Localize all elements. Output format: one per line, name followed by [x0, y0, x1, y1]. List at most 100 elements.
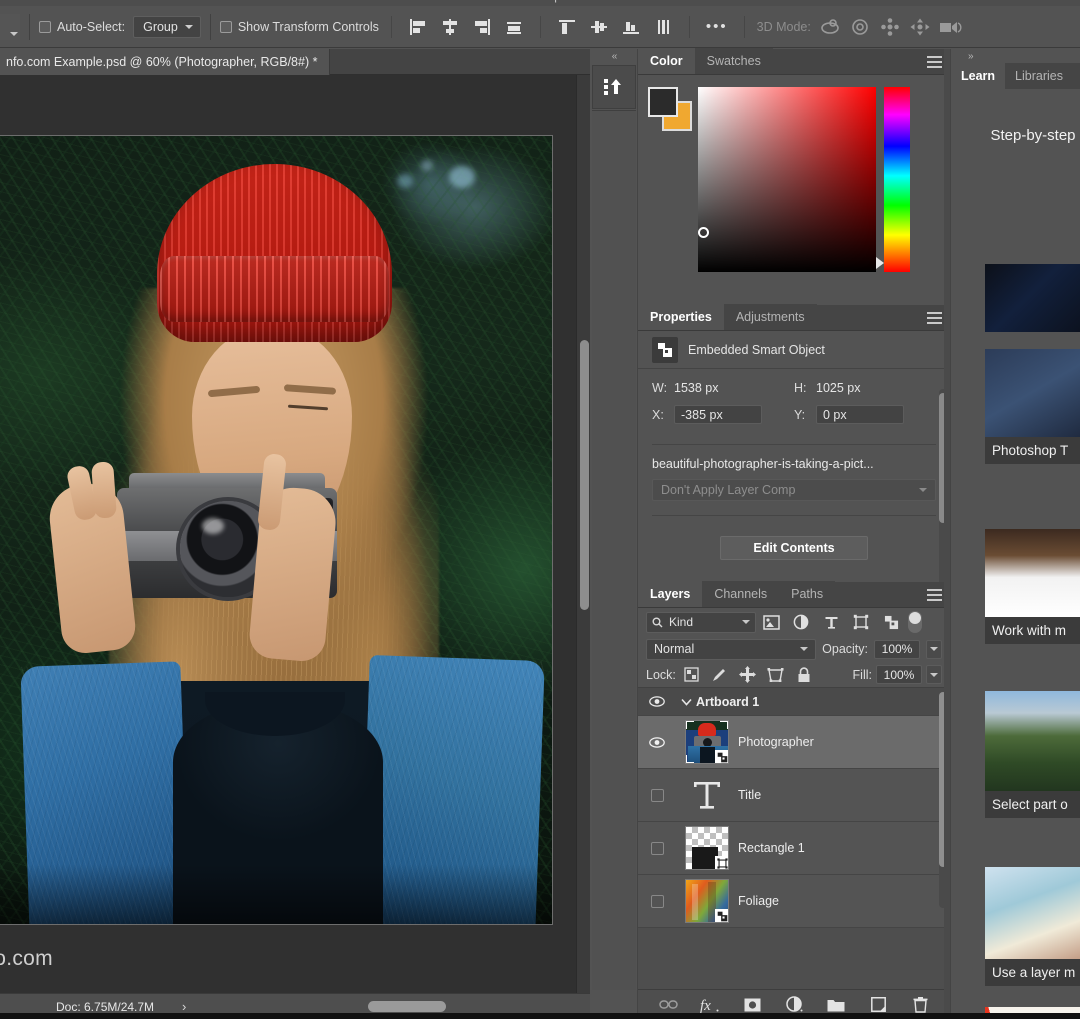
layer-effects-fx-icon[interactable]: fx	[700, 995, 720, 1015]
smart-object-header-row: Embedded Smart Object	[638, 331, 950, 369]
table-row[interactable]: Rectangle 1	[638, 822, 950, 875]
new-layer-icon[interactable]	[868, 995, 888, 1015]
tutorial-thumbnail	[985, 529, 1080, 617]
eye-icon	[649, 736, 665, 748]
tab-channels[interactable]: Channels	[702, 581, 780, 607]
fill-input[interactable]: 100%	[876, 665, 922, 684]
blend-mode-dropdown[interactable]: Normal	[646, 638, 817, 660]
opacity-stepper[interactable]	[926, 639, 942, 659]
distribute-vertical-centers-icon[interactable]	[585, 14, 613, 40]
layer-mask-icon[interactable]	[742, 995, 762, 1015]
lock-all-icon[interactable]	[792, 664, 816, 686]
rail-collapse-button[interactable]: «	[590, 49, 638, 63]
canvas-horizontal-scroll-thumb[interactable]	[368, 1001, 446, 1012]
learn-collapse-button[interactable]: »	[950, 49, 1080, 63]
canvas-vertical-scrollbar[interactable]	[576, 75, 590, 993]
artboard-canvas[interactable]	[0, 135, 553, 925]
layer-visibility-toggle[interactable]	[638, 894, 676, 908]
more-options-button[interactable]: •••	[702, 19, 732, 34]
orbit-3d-icon[interactable]	[815, 14, 845, 40]
smart-object-filter-icon[interactable]	[876, 610, 906, 634]
shape-layer-filter-icon[interactable]	[846, 610, 876, 634]
y-input[interactable]: 0 px	[816, 405, 904, 424]
lock-transparent-pixels-icon[interactable]	[680, 664, 704, 686]
layer-comp-dropdown[interactable]: Don't Apply Layer Comp	[652, 479, 936, 501]
layer-visibility-toggle[interactable]	[638, 696, 676, 707]
document-tab[interactable]: nfo.com Example.psd @ 60% (Photographer,…	[0, 49, 331, 75]
eye-icon	[649, 696, 665, 707]
table-row[interactable]: Photographer	[638, 716, 950, 769]
history-actions-icon[interactable]	[592, 65, 636, 109]
list-item[interactable]: Select part o	[985, 691, 1080, 818]
layer-visibility-toggle[interactable]	[638, 788, 676, 802]
edit-contents-button[interactable]: Edit Contents	[720, 536, 868, 560]
adjustment-layer-filter-icon[interactable]	[786, 610, 816, 634]
show-transform-controls-group[interactable]: Show Transform Controls	[219, 20, 379, 34]
height-cell: H: 1025 px	[794, 381, 936, 395]
tab-paths[interactable]: Paths	[779, 581, 836, 607]
link-layers-icon[interactable]	[658, 995, 678, 1015]
align-right-edges-icon[interactable]	[468, 14, 496, 40]
table-row[interactable]: Title	[638, 769, 950, 822]
hue-slider-handle[interactable]	[876, 257, 884, 269]
foreground-color-swatch[interactable]	[648, 87, 678, 117]
foreground-background-swatches[interactable]	[648, 87, 694, 133]
list-item[interactable]: Work with m	[985, 529, 1080, 644]
list-item[interactable]: Use a layer m	[985, 867, 1080, 986]
tab-color[interactable]: Color	[638, 48, 695, 74]
auto-select-group[interactable]: Auto-Select:	[39, 20, 125, 34]
lock-image-pixels-icon[interactable]	[708, 664, 732, 686]
status-expand-arrow[interactable]: ›	[182, 999, 186, 1014]
fill-stepper[interactable]	[926, 665, 942, 684]
tab-swatches[interactable]: Swatches	[694, 48, 773, 74]
align-left-edges-icon[interactable]	[404, 14, 432, 40]
color-field-picker[interactable]	[698, 227, 709, 238]
tutorial-caption: Select part o	[985, 791, 1080, 818]
distribute-horizontal-icon[interactable]	[649, 14, 677, 40]
panel-menu-icon[interactable]	[927, 589, 942, 601]
tab-libraries[interactable]: Libraries	[1005, 63, 1073, 89]
tab-adjustments[interactable]: Adjustments	[723, 304, 817, 330]
bokeh-light	[449, 166, 475, 188]
align-horizontal-centers-icon[interactable]	[436, 14, 464, 40]
pan-3d-icon[interactable]	[875, 14, 905, 40]
tab-learn[interactable]: Learn	[951, 63, 1006, 89]
hue-slider-bar[interactable]	[884, 87, 910, 272]
auto-select-scope-dropdown[interactable]: Group	[133, 15, 201, 38]
panel-menu-icon[interactable]	[927, 56, 942, 68]
opacity-input[interactable]: 100%	[874, 639, 920, 659]
roll-3d-icon[interactable]	[845, 14, 875, 40]
panel-menu-icon[interactable]	[927, 312, 942, 324]
table-row[interactable]: Foliage	[638, 875, 950, 928]
align-top-edges-icon[interactable]	[553, 14, 581, 40]
filter-toggle-icon[interactable]	[908, 611, 922, 633]
list-item[interactable]: Photoshop T	[985, 349, 1080, 464]
lock-artboard-nesting-icon[interactable]	[764, 664, 788, 686]
canvas-area[interactable]: ard 1	[0, 75, 590, 993]
new-group-icon[interactable]	[826, 995, 846, 1015]
table-row[interactable]: Artboard 1	[638, 688, 950, 716]
chevron-down-icon	[184, 25, 193, 29]
camera-3d-icon[interactable]	[935, 14, 965, 40]
auto-select-checkbox[interactable]	[39, 20, 51, 33]
color-field[interactable]	[698, 87, 876, 272]
x-input[interactable]: -385 px	[674, 405, 762, 424]
tab-properties[interactable]: Properties	[638, 304, 724, 330]
layer-visibility-toggle[interactable]	[638, 736, 676, 748]
pixel-layer-filter-icon[interactable]	[756, 610, 786, 634]
type-layer-filter-icon[interactable]	[816, 610, 846, 634]
list-item[interactable]	[985, 264, 1080, 332]
adjustment-layer-icon[interactable]	[784, 995, 804, 1015]
align-bottom-edges-icon[interactable]	[617, 14, 645, 40]
slide-3d-icon[interactable]	[905, 14, 935, 40]
lock-position-icon[interactable]	[736, 664, 760, 686]
layer-filter-kind-dropdown[interactable]: Kind	[646, 611, 756, 633]
tab-layers[interactable]: Layers	[638, 581, 703, 607]
canvas-vertical-scroll-thumb[interactable]	[580, 340, 589, 610]
delete-layer-icon[interactable]	[910, 995, 930, 1015]
tool-preset-picker[interactable]	[0, 13, 20, 40]
show-transform-controls-checkbox[interactable]	[219, 20, 232, 33]
chevron-down-icon[interactable]	[676, 698, 696, 706]
align-vertical-centers-icon[interactable]	[500, 14, 528, 40]
layer-visibility-toggle[interactable]	[638, 841, 676, 855]
